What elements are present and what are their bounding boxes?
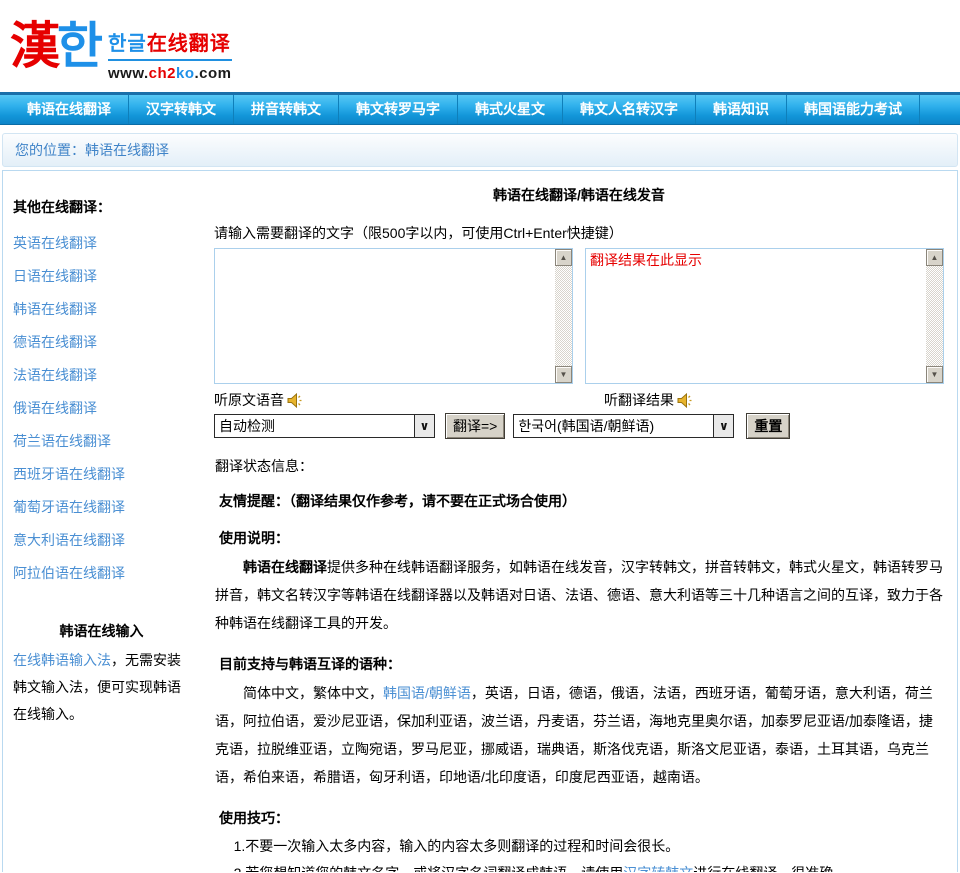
sidebar-link-6[interactable]: 荷兰语在线翻译	[13, 431, 190, 451]
source-language-value: 自动检测	[219, 418, 275, 434]
scrollbar-track[interactable]	[926, 266, 943, 366]
source-textarea[interactable]: ▲ ▼	[214, 248, 573, 384]
nav-item-2[interactable]: 拼音转韩文	[234, 95, 339, 124]
sidebar-link-2[interactable]: 韩语在线翻译	[13, 299, 190, 319]
logo-title-hangul: 한글	[108, 33, 147, 55]
sidebar-input-section: 韩语在线输入 在线韩语输入法，无需安装韩文输入法，便可实现韩语在线输入。	[13, 621, 190, 728]
listen-source-group: 听原文语音	[214, 390, 304, 410]
result-scrollbar[interactable]: ▲ ▼	[926, 249, 943, 383]
nav-item-6[interactable]: 韩语知识	[696, 95, 787, 124]
sidebar-links: 英语在线翻译 日语在线翻译 韩语在线翻译 德语在线翻译 法语在线翻译 俄语在线翻译 荷兰语在…	[13, 233, 190, 583]
sidebar: 其他在线翻译： 英语在线翻译 日语在线翻译 韩语在线翻译 德语在线翻译 法语在线翻译 俄语…	[3, 171, 204, 872]
nav-item-3[interactable]: 韩文转罗马字	[339, 95, 458, 124]
scroll-up-button[interactable]: ▲	[926, 249, 943, 266]
source-text-content[interactable]	[215, 249, 555, 383]
content-frame: 其他在线翻译： 英语在线翻译 日语在线翻译 韩语在线翻译 德语在线翻译 法语在线翻译 俄语…	[2, 170, 958, 872]
main-nav: 韩语在线翻译 汉字转韩文 拼音转韩文 韩文转罗马字 韩式火星文 韩文人名转汉字 韩语知识 韩国…	[0, 92, 960, 125]
target-language-value: 한국어(韩国语/朝鲜语)	[518, 418, 655, 434]
usage-paragraph-bold: 韩语在线翻译	[243, 559, 327, 575]
scroll-down-button[interactable]: ▼	[926, 366, 943, 383]
sidebar-link-5[interactable]: 俄语在线翻译	[13, 398, 190, 418]
logo-url-ch2: ch2	[148, 65, 176, 82]
sidebar-other-title: 其他在线翻译：	[13, 199, 111, 215]
usage-paragraph: 韩语在线翻译提供多种在线韩语翻译服务，如韩语在线发音，汉字转韩文，拼音转韩文，韩…	[215, 553, 944, 637]
reset-button[interactable]: 重置	[746, 413, 791, 439]
logo-hanzi: 漢	[10, 18, 60, 74]
listen-source-label: 听原文语音	[214, 392, 284, 408]
chevron-down-icon[interactable]: ∨	[713, 415, 734, 437]
korean-ime-link[interactable]: 在线韩语输入法	[13, 652, 111, 668]
input-hint: 请输入需要翻译的文字（限500字以内，可使用Ctrl+Enter快捷键）	[214, 225, 623, 241]
source-scrollbar[interactable]: ▲ ▼	[555, 249, 572, 383]
logo-title: 한글在线翻译	[108, 27, 232, 61]
chevron-down-icon[interactable]: ∨	[414, 415, 434, 437]
tip-link-1[interactable]: 汉字转韩文	[623, 865, 693, 872]
logo-url: www.ch2ko.com	[108, 65, 232, 82]
translate-button[interactable]: 翻译=>	[445, 413, 506, 439]
listen-result-label: 听翻译结果	[604, 392, 674, 408]
speaker-icon[interactable]	[677, 392, 694, 408]
main-panel: 韩语在线翻译/韩语在线发音 请输入需要翻译的文字（限500字以内，可使用Ctrl…	[204, 171, 957, 872]
textareas-row: ▲ ▼ 翻译结果在此显示 ▲ ▼	[214, 248, 944, 384]
sidebar-link-8[interactable]: 葡萄牙语在线翻译	[13, 497, 190, 517]
translate-controls-row: 自动检测 ∨ 翻译=> 한국어(韩国语/朝鲜语) ∨ 重置	[214, 413, 944, 439]
logo-title-cn: 在线翻译	[146, 33, 231, 55]
status-label: 翻译状态信息：	[215, 458, 313, 474]
speaker-icon[interactable]	[287, 392, 304, 408]
scroll-up-button[interactable]: ▲	[555, 249, 572, 266]
nav-item-0[interactable]: 韩语在线翻译	[10, 95, 129, 124]
scroll-down-button[interactable]: ▼	[555, 366, 572, 383]
scrollbar-track[interactable]	[555, 266, 572, 366]
result-text-content[interactable]: 翻译结果在此显示	[586, 249, 926, 383]
site-header: 漢 한 한글在线翻译 www.ch2ko.com	[0, 0, 960, 92]
logo-url-www: www.	[108, 65, 149, 82]
tip-item-1: 2.若您想知道您的韩文名字，或将汉字名词翻译成韩语，请使用汉字转韩文进行在线翻译…	[214, 860, 944, 872]
page-title: 韩语在线翻译/韩语在线发音	[493, 187, 665, 203]
supported-languages-pre: 简体中文，繁体中文，	[243, 685, 383, 701]
korean-language-link[interactable]: 韩国语/朝鲜语	[383, 685, 471, 701]
sidebar-link-0[interactable]: 英语在线翻译	[13, 233, 190, 253]
friendly-notice: 友情提醒：（翻译结果仅作参考，请不要在正式场合使用）	[219, 493, 576, 509]
nav-item-4[interactable]: 韩式火星文	[458, 95, 563, 124]
nav-item-7[interactable]: 韩国语能力考试	[787, 95, 920, 124]
listen-result-group: 听翻译结果	[604, 390, 694, 410]
nav-item-5[interactable]: 韩文人名转汉字	[563, 95, 696, 124]
tips-title: 使用技巧：	[219, 810, 289, 826]
result-textarea[interactable]: 翻译结果在此显示 ▲ ▼	[585, 248, 944, 384]
tip-item-0: 1.不要一次输入太多内容，输入的内容太多则翻译的过程和时间会很长。	[233, 838, 680, 854]
logo-url-com: .com	[194, 65, 232, 82]
sidebar-link-1[interactable]: 日语在线翻译	[13, 266, 190, 286]
sidebar-link-4[interactable]: 法语在线翻译	[13, 365, 190, 385]
supported-languages-title: 目前支持与韩语互译的语种：	[219, 656, 401, 672]
supported-languages-paragraph: 简体中文，繁体中文，韩国语/朝鲜语，英语，日语，德语，俄语，法语，西班牙语，葡萄…	[215, 679, 944, 791]
sidebar-link-10[interactable]: 阿拉伯语在线翻译	[13, 563, 190, 583]
usage-title: 使用说明：	[219, 530, 289, 546]
sidebar-link-3[interactable]: 德语在线翻译	[13, 332, 190, 352]
site-logo[interactable]: 漢 한 한글在线翻译 www.ch2ko.com	[10, 18, 232, 82]
breadcrumb: 您的位置：韩语在线翻译	[2, 133, 958, 167]
sidebar-input-text: 在线韩语输入法，无需安装韩文输入法，便可实现韩语在线输入。	[13, 647, 190, 728]
target-language-select[interactable]: 한국어(韩国语/朝鲜语) ∨	[513, 414, 735, 438]
sidebar-input-title: 韩语在线输入	[59, 623, 144, 639]
tips-list: 1.不要一次输入太多内容，输入的内容太多则翻译的过程和时间会很长。 2.若您想知道…	[214, 833, 944, 872]
logo-text-block: 한글在线翻译 www.ch2ko.com	[108, 18, 232, 82]
source-language-select[interactable]: 自动检测 ∨	[214, 414, 435, 438]
sidebar-link-9[interactable]: 意大利语在线翻译	[13, 530, 190, 550]
logo-url-ko: ko	[175, 65, 195, 82]
logo-hangul: 한	[57, 18, 103, 74]
nav-item-1[interactable]: 汉字转韩文	[129, 95, 234, 124]
sidebar-link-7[interactable]: 西班牙语在线翻译	[13, 464, 190, 484]
listen-labels-row: 听原文语音 听翻译结果	[214, 388, 944, 412]
